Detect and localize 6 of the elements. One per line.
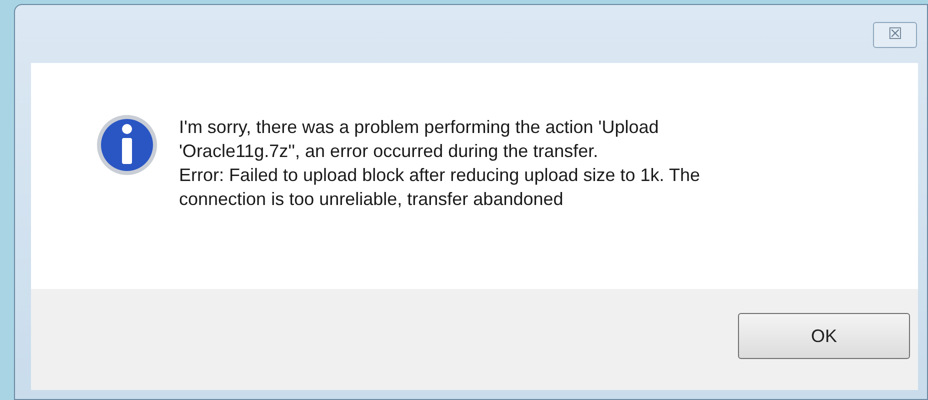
ok-button[interactable]: OK	[738, 313, 910, 359]
message-text: I'm sorry, there was a problem performing the action 'Upload	[179, 116, 660, 139]
message-text: connection is too unreliable, transfer abandoned	[179, 188, 564, 211]
info-icon	[95, 113, 159, 177]
message-text: 'Oracle11g.7z'', an error occurred during the transfer.	[179, 140, 600, 163]
message-text: Error: Failed to upload block after reducing upload size to 1k. The	[179, 164, 700, 187]
